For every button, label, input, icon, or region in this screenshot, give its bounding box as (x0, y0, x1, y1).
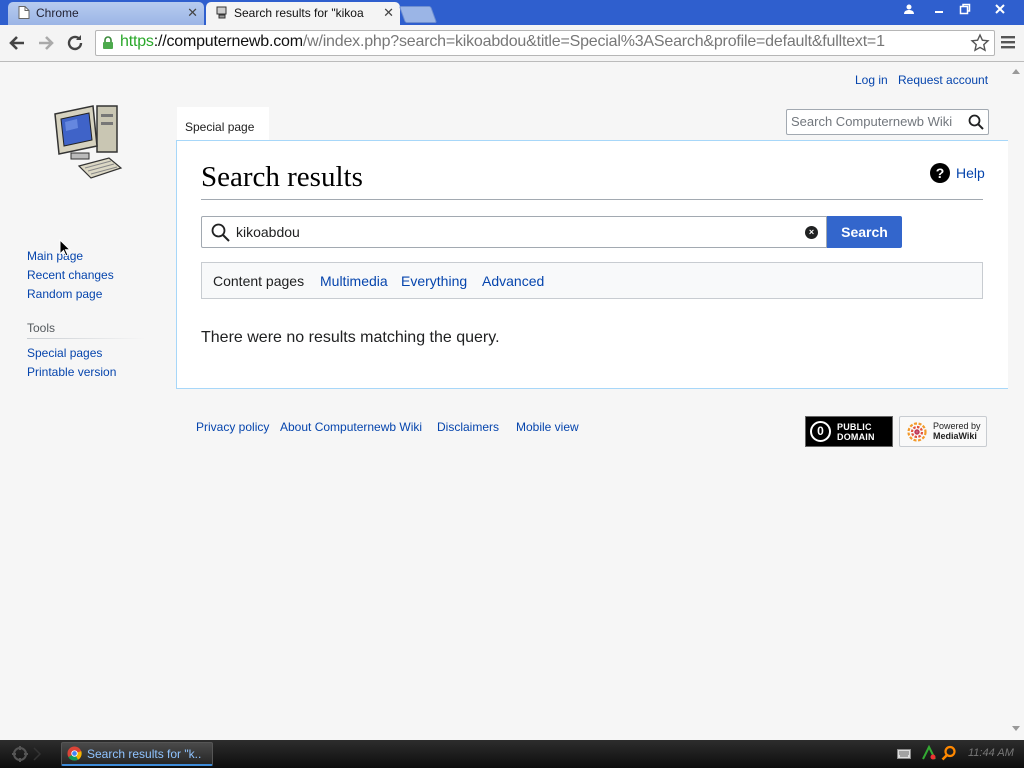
document-icon (18, 6, 30, 19)
new-tab-button[interactable] (398, 6, 438, 23)
forward-icon[interactable] (35, 32, 57, 54)
sidebar-item-random-page[interactable]: Random page (27, 287, 102, 301)
footer-mobile-link[interactable]: Mobile view (516, 420, 579, 434)
close-icon[interactable]: ✕ (383, 5, 394, 21)
browser-tabstrip: Chrome ✕ Search results for "kikoa ✕ (0, 0, 1024, 25)
profile-content-pages[interactable]: Content pages (213, 273, 304, 289)
tab-title: Chrome (36, 6, 79, 20)
minimize-button[interactable] (927, 1, 951, 18)
profile-advanced[interactable]: Advanced (482, 273, 544, 289)
start-menu-icon[interactable] (6, 744, 42, 764)
footer-disclaimers-link[interactable]: Disclaimers (437, 420, 499, 434)
search-button[interactable]: Search (827, 216, 902, 248)
taskbar-item-label: Search results for "k.. (87, 747, 202, 761)
powered-by-mediawiki-badge[interactable]: Powered by MediaWiki (899, 416, 987, 447)
login-link[interactable]: Log in (855, 73, 888, 87)
wiki-page: Main page Recent changes Random page Too… (0, 62, 1008, 738)
sidebar-heading-tools: Tools (27, 321, 56, 335)
page-title: Search results (201, 161, 363, 193)
scroll-up-icon[interactable] (1012, 68, 1020, 74)
tab-special-page-label: Special page (185, 120, 255, 134)
address-bar[interactable]: https://computernewb.com/w/index.php?sea… (95, 30, 995, 56)
os-taskbar: Search results for "k.. 11:44 AM (0, 740, 1024, 768)
url-host: ://computernewb.com (153, 33, 303, 50)
close-icon[interactable]: ✕ (187, 5, 198, 21)
footer-privacy-link[interactable]: Privacy policy (196, 420, 269, 434)
wiki-search-box (786, 109, 989, 135)
sidebar-divider (27, 338, 145, 339)
bookmark-star-icon[interactable] (970, 33, 990, 53)
maximize-button[interactable] (953, 1, 977, 18)
chrome-menu-icon[interactable] (999, 33, 1017, 51)
keyboard-icon[interactable] (897, 749, 911, 759)
tab-chrome[interactable]: Chrome ✕ (8, 2, 204, 25)
scroll-down-icon[interactable] (1012, 726, 1020, 732)
mw-line2: MediaWiki (933, 431, 977, 441)
search-icon[interactable] (968, 114, 984, 130)
taskbar-item-browser[interactable]: Search results for "k.. (61, 742, 213, 766)
footer-about-link[interactable]: About Computernewb Wiki (280, 420, 422, 434)
heading-divider (201, 199, 983, 200)
public-domain-icon: 0 (810, 421, 831, 442)
url-path: /w/index.php?search=kikoabdou&title=Spec… (302, 33, 885, 50)
sidebar-item-recent-changes[interactable]: Recent changes (27, 268, 114, 282)
user-icon[interactable] (897, 1, 921, 18)
back-icon[interactable] (6, 32, 28, 54)
sidebar-item-printable-version[interactable]: Printable version (27, 365, 116, 379)
computer-favicon-icon (216, 6, 227, 19)
tab-special-page[interactable]: Special page (177, 107, 269, 140)
browser-toolbar: https://computernewb.com/w/index.php?sea… (0, 25, 1024, 62)
clock: 11:44 AM (968, 747, 1014, 759)
network-icon[interactable] (921, 745, 937, 761)
help-link[interactable]: ? Help (930, 163, 985, 183)
request-account-link[interactable]: Request account (898, 73, 988, 87)
content-area: Search results ? Help × Search Content p… (176, 140, 1008, 389)
profile-multimedia[interactable]: Multimedia (320, 273, 388, 289)
search-icon (211, 223, 230, 242)
no-results-message: There were no results matching the query… (201, 329, 500, 346)
help-label: Help (956, 165, 985, 181)
wiki-search-input[interactable] (791, 114, 961, 129)
search-profiles: Content pages Multimedia Everything Adva… (201, 262, 983, 299)
lock-icon (103, 36, 113, 49)
pd-line1: PUBLIC (837, 422, 872, 432)
tab-search-results[interactable]: Search results for "kikoa ✕ (206, 2, 400, 25)
url-scheme: https (120, 33, 154, 50)
mouse-cursor-icon (59, 239, 71, 257)
sidebar-item-special-pages[interactable]: Special pages (27, 346, 102, 360)
search-query-input[interactable] (236, 224, 796, 240)
tab-title: Search results for "kikoa (234, 6, 364, 20)
mw-line1: Powered by (933, 421, 981, 431)
clear-icon[interactable]: × (805, 226, 818, 239)
public-domain-badge[interactable]: 0 PUBLIC DOMAIN (805, 416, 893, 447)
sidebar-item-main-page[interactable]: Main page (27, 249, 83, 263)
page-scrollbar[interactable] (1008, 62, 1024, 738)
reload-icon[interactable] (64, 32, 86, 54)
help-icon: ? (930, 163, 950, 183)
mediawiki-flower-icon (907, 422, 927, 442)
profile-everything[interactable]: Everything (401, 273, 467, 289)
close-window-button[interactable] (985, 1, 1015, 18)
wiki-logo[interactable] (47, 98, 127, 184)
url-text: https://computernewb.com/w/index.php?sea… (120, 33, 885, 51)
search-query-box: × (201, 216, 827, 248)
chrome-icon (67, 746, 82, 761)
search-icon[interactable] (941, 745, 957, 761)
pd-line2: DOMAIN (837, 432, 875, 442)
